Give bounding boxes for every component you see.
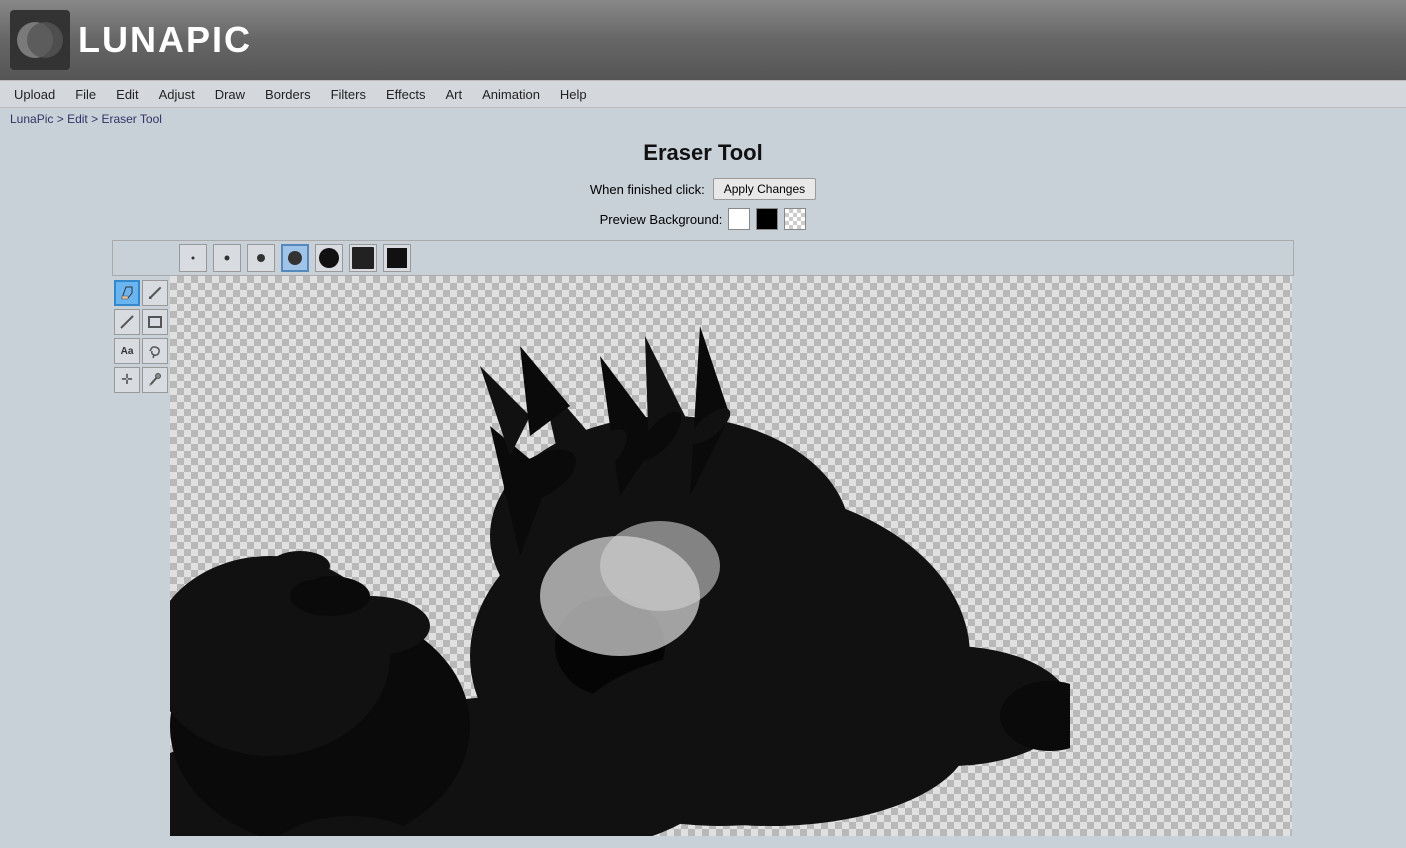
navbar: Upload File Edit Adjust Draw Borders Fil… bbox=[0, 80, 1406, 108]
eraser-tool-btn[interactable] bbox=[114, 280, 140, 306]
wolf-image[interactable] bbox=[170, 276, 1070, 836]
logo-text: LUNAPIC bbox=[78, 19, 252, 61]
tool-row-3: Aa bbox=[114, 338, 168, 364]
breadcrumb: LunaPic > Edit > Eraser Tool bbox=[0, 108, 1406, 130]
nav-effects[interactable]: Effects bbox=[376, 83, 436, 106]
text-tool-btn[interactable]: Aa bbox=[114, 338, 140, 364]
preview-bg-white[interactable] bbox=[728, 208, 750, 230]
line-tool-btn[interactable] bbox=[114, 309, 140, 335]
logo-icon bbox=[10, 10, 70, 70]
tool-row-4: ✛ bbox=[114, 367, 168, 393]
lasso-tool-btn[interactable] bbox=[142, 338, 168, 364]
brush-size-5[interactable] bbox=[315, 244, 343, 272]
move-tool-btn[interactable]: ✛ bbox=[114, 367, 140, 393]
nav-draw[interactable]: Draw bbox=[205, 83, 255, 106]
nav-animation[interactable]: Animation bbox=[472, 83, 550, 106]
breadcrumb-edit[interactable]: Edit bbox=[67, 112, 88, 126]
apply-row: When finished click: Apply Changes bbox=[590, 178, 816, 200]
eyedropper-tool-btn[interactable] bbox=[142, 367, 168, 393]
nav-borders[interactable]: Borders bbox=[255, 83, 321, 106]
preview-row: Preview Background: bbox=[600, 208, 807, 230]
nav-help[interactable]: Help bbox=[550, 83, 597, 106]
brush-size-1[interactable] bbox=[179, 244, 207, 272]
breadcrumb-sep2: > bbox=[91, 112, 101, 126]
main-content: Eraser Tool When finished click: Apply C… bbox=[0, 130, 1406, 836]
nav-filters[interactable]: Filters bbox=[321, 83, 376, 106]
nav-art[interactable]: Art bbox=[435, 83, 472, 106]
pencil-tool-btn[interactable] bbox=[142, 280, 168, 306]
tool-row-2 bbox=[114, 309, 168, 335]
preview-bg-label: Preview Background: bbox=[600, 212, 723, 227]
brush-size-2[interactable] bbox=[213, 244, 241, 272]
when-finished-label: When finished click: bbox=[590, 182, 705, 197]
controls-area: When finished click: Apply Changes Previ… bbox=[590, 178, 816, 230]
editor-body: Aa ✛ bbox=[112, 276, 1292, 836]
tool-row-1 bbox=[114, 280, 168, 306]
preview-bg-checker[interactable] bbox=[784, 208, 806, 230]
breadcrumb-lunapic[interactable]: LunaPic bbox=[10, 112, 53, 126]
preview-bg-black[interactable] bbox=[756, 208, 778, 230]
editor-area: Aa ✛ bbox=[112, 240, 1294, 836]
logo-area: LUNAPIC bbox=[10, 10, 252, 70]
brush-size-3[interactable] bbox=[247, 244, 275, 272]
canvas-area[interactable] bbox=[170, 276, 1292, 836]
apply-changes-button[interactable]: Apply Changes bbox=[713, 178, 816, 200]
brush-size-7[interactable] bbox=[383, 244, 411, 272]
nav-adjust[interactable]: Adjust bbox=[149, 83, 205, 106]
breadcrumb-sep1: > bbox=[57, 112, 67, 126]
svg-text:✛: ✛ bbox=[121, 372, 133, 387]
left-toolbar: Aa ✛ bbox=[112, 276, 170, 836]
brush-size-4[interactable] bbox=[281, 244, 309, 272]
nav-file[interactable]: File bbox=[65, 83, 106, 106]
page-title: Eraser Tool bbox=[643, 140, 762, 166]
top-toolbar bbox=[112, 240, 1294, 276]
nav-upload[interactable]: Upload bbox=[4, 83, 65, 106]
header: LUNAPIC bbox=[0, 0, 1406, 80]
nav-edit[interactable]: Edit bbox=[106, 83, 148, 106]
breadcrumb-current: Eraser Tool bbox=[101, 112, 161, 126]
rect-tool-btn[interactable] bbox=[142, 309, 168, 335]
brush-size-6[interactable] bbox=[349, 244, 377, 272]
